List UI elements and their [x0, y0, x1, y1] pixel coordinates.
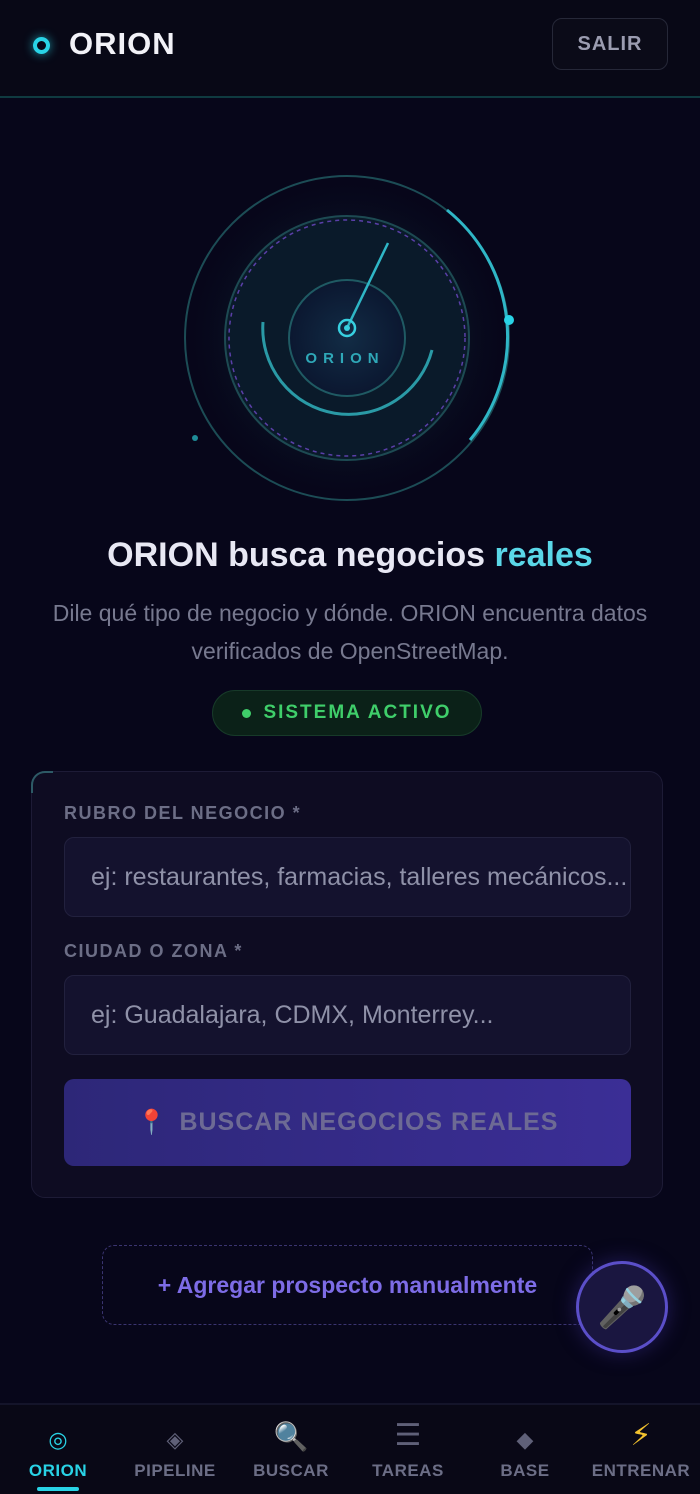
nav-label-entrenar: ENTRENAR: [591, 1461, 691, 1480]
lightning-icon: ⚡: [630, 1419, 652, 1452]
bottom-navigation: ◎ ORION ◈ PIPELINE 🔍 BUSCAR ☰ TAREAS ◆ B…: [0, 1403, 700, 1494]
nav-label-buscar: BUSCAR: [253, 1461, 329, 1480]
voice-input-button[interactable]: 🎤: [576, 1261, 668, 1353]
radar-label: ORION: [305, 350, 384, 367]
hero-subtitle: Dile qué tipo de negocio y dónde. ORION …: [52, 600, 648, 664]
map-pin-icon: 📍: [136, 1109, 168, 1136]
radar-small-dot: [192, 435, 198, 441]
card-corner-accent: [31, 771, 53, 793]
hero-headline: ORION busca negocios reales: [0, 536, 700, 575]
radar-core: [288, 279, 406, 397]
status-dot-icon: [242, 708, 252, 718]
radar-graphic: ORION: [170, 160, 530, 520]
radar-center-dot: [344, 325, 350, 331]
business-input[interactable]: [64, 837, 631, 917]
radar-orbit-dot: [504, 315, 514, 325]
city-input[interactable]: [64, 975, 631, 1055]
nav-label-tareas: TAREAS: [372, 1461, 444, 1480]
nav-label-orion: ORION: [28, 1461, 88, 1480]
nav-item-entrenar[interactable]: ⚡ ENTRENAR: [590, 1405, 692, 1494]
nav-item-tareas[interactable]: ☰ TAREAS: [364, 1405, 452, 1494]
diamond-icon: ◆: [516, 1427, 534, 1452]
nav-label-pipeline: PIPELINE: [134, 1461, 216, 1480]
brand-title: ORION: [69, 26, 176, 61]
logout-button[interactable]: SALIR: [552, 18, 668, 70]
search-businesses-button[interactable]: 📍 BUSCAR NEGOCIOS REALES: [64, 1079, 631, 1166]
business-label: RUBRO DEL NEGOCIO *: [64, 803, 302, 823]
magnifier-icon: 🔍: [273, 1421, 309, 1452]
city-label: CIUDAD O ZONA *: [64, 941, 243, 961]
orion-logo-icon: [33, 37, 50, 54]
app-header: ORION SALIR: [0, 0, 700, 98]
nav-item-base[interactable]: ◆ BASE: [481, 1405, 569, 1494]
search-button-label: BUSCAR NEGOCIOS REALES: [179, 1108, 559, 1136]
status-text: SISTEMA ACTIVO: [263, 702, 452, 723]
headline-text: ORION busca negocios: [107, 536, 486, 574]
orion-nav-icon: ◎: [48, 1427, 68, 1452]
headline-highlight: reales: [494, 536, 593, 574]
status-badge: SISTEMA ACTIVO: [212, 690, 482, 736]
nav-item-buscar[interactable]: 🔍 BUSCAR: [247, 1405, 335, 1494]
list-icon: ☰: [394, 1419, 422, 1452]
microphone-icon: 🎤: [597, 1285, 647, 1330]
add-prospect-manually-button[interactable]: + Agregar prospecto manualmente: [102, 1245, 593, 1325]
nav-label-base: BASE: [500, 1461, 550, 1480]
radar-svg: ORION: [182, 173, 514, 503]
active-nav-indicator: [37, 1487, 79, 1491]
pipeline-icon: ◈: [166, 1427, 184, 1452]
nav-item-orion[interactable]: ◎ ORION: [14, 1405, 102, 1494]
nav-item-pipeline[interactable]: ◈ PIPELINE: [128, 1405, 222, 1494]
